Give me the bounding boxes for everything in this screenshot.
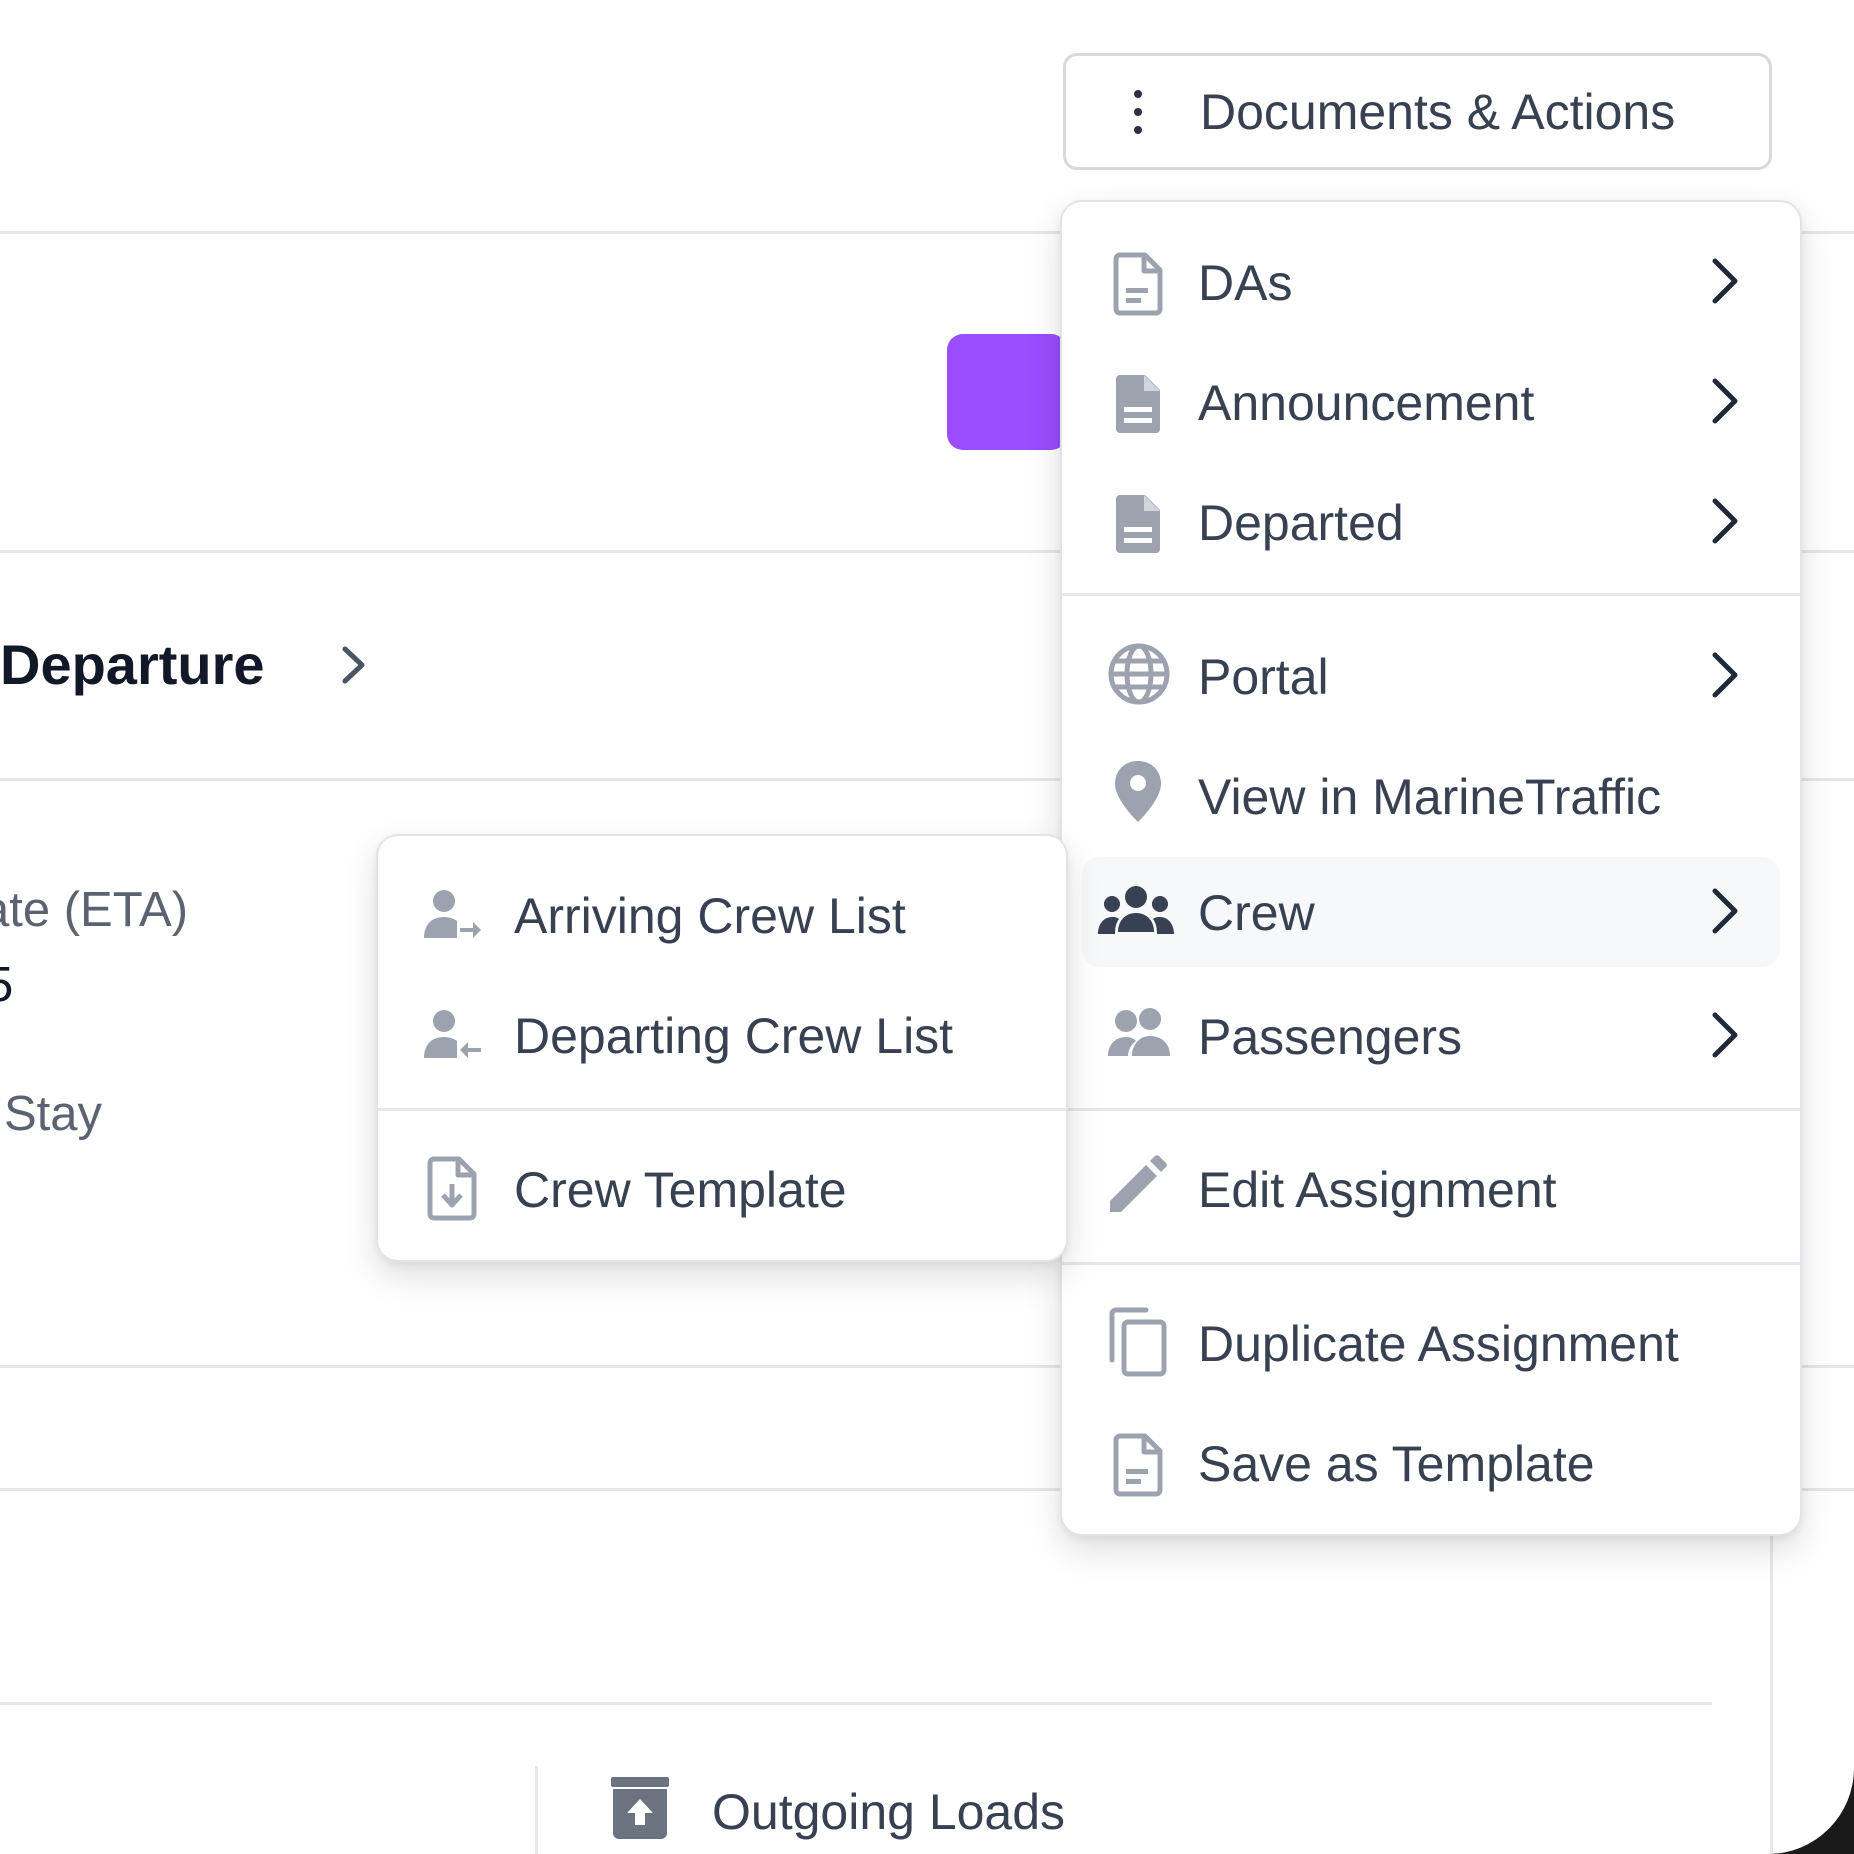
menu-item-das[interactable]: DAs <box>1062 225 1800 335</box>
menu-item-passengers[interactable]: Passengers <box>1062 979 1800 1089</box>
menu-item-announcement[interactable]: Announcement <box>1062 345 1800 455</box>
menu-item-label: Crew <box>1198 885 1315 941</box>
menu-item-label: Portal <box>1198 649 1329 705</box>
chevron-right-icon <box>1712 378 1738 424</box>
globe-icon <box>1108 643 1170 705</box>
menu-item-label: View in MarineTraffic <box>1198 769 1662 825</box>
menu-item-label: Announcement <box>1198 375 1535 431</box>
menu-item-save-as-template[interactable]: Save as Template <box>1062 1406 1800 1516</box>
passengers-icon <box>1108 1008 1170 1056</box>
chevron-right-icon <box>1712 498 1738 544</box>
menu-separator <box>1062 1262 1800 1265</box>
divider <box>0 1702 1712 1705</box>
submenu-item-label: Crew Template <box>514 1162 847 1218</box>
eta-value: 5 <box>0 957 13 1013</box>
crew-submenu: Arriving Crew List Departing Crew List C… <box>376 834 1068 1262</box>
document-filled-icon <box>1116 495 1160 553</box>
submenu-item-crew-template[interactable]: Crew Template <box>378 1132 1066 1242</box>
menu-item-label: Duplicate Assignment <box>1198 1316 1679 1372</box>
submenu-item-label: Departing Crew List <box>514 1008 954 1064</box>
document-icon <box>1113 252 1163 316</box>
section-title: Departure <box>0 633 265 696</box>
outgoing-loads-label: Outgoing Loads <box>712 1784 1066 1840</box>
document-filled-icon <box>1116 375 1160 433</box>
menu-item-label: Departed <box>1198 495 1404 551</box>
archive-upload-icon <box>611 1777 669 1839</box>
menu-item-duplicate-assignment[interactable]: Duplicate Assignment <box>1062 1286 1800 1396</box>
kebab-menu-icon <box>1126 89 1150 134</box>
eta-label: ate (ETA) <box>0 883 189 937</box>
menu-item-edit-assignment[interactable]: Edit Assignment <box>1062 1132 1800 1242</box>
document-icon <box>1113 1433 1163 1497</box>
file-download-icon <box>427 1156 477 1221</box>
divider <box>535 1766 538 1854</box>
submenu-item-departing-crew-list[interactable]: Departing Crew List <box>378 978 1066 1088</box>
documents-actions-label: Documents & Actions <box>1200 83 1676 140</box>
chevron-right-icon <box>1712 888 1738 934</box>
menu-item-label: Edit Assignment <box>1198 1162 1557 1218</box>
menu-separator <box>1062 593 1800 596</box>
panel-border <box>1770 1490 1773 1854</box>
primary-action-button[interactable] <box>947 334 1067 450</box>
menu-item-label: Save as Template <box>1198 1436 1595 1492</box>
documents-actions-menu: DAs Announcement Departed Portal View in… <box>1060 200 1802 1536</box>
documents-actions-button[interactable]: Documents & Actions <box>1063 53 1772 170</box>
menu-item-view-marinetraffic[interactable]: View in MarineTraffic <box>1062 739 1800 849</box>
copy-icon <box>1109 1307 1167 1377</box>
menu-separator <box>1062 1108 1800 1111</box>
stay-label: Stay <box>4 1087 103 1141</box>
person-arrive-icon <box>424 890 481 938</box>
menu-item-departed[interactable]: Departed <box>1062 465 1800 575</box>
menu-item-portal[interactable]: Portal <box>1062 619 1800 729</box>
chevron-right-icon <box>1712 652 1738 698</box>
submenu-item-arriving-crew-list[interactable]: Arriving Crew List <box>378 858 1066 968</box>
menu-item-crew[interactable]: Crew <box>1082 857 1780 967</box>
map-pin-icon <box>1115 761 1161 822</box>
person-depart-icon <box>424 1010 481 1058</box>
submenu-item-label: Arriving Crew List <box>514 888 906 944</box>
crew-icon <box>1098 886 1174 934</box>
menu-item-label: Passengers <box>1198 1009 1463 1065</box>
menu-item-label: DAs <box>1198 255 1293 311</box>
pencil-icon <box>1110 1155 1167 1212</box>
chevron-right-icon <box>1712 258 1738 304</box>
chevron-right-icon <box>1712 1012 1738 1058</box>
page: Documents & Actions Departure ate (ETA) … <box>0 0 1854 1854</box>
chevron-right-icon[interactable] <box>336 643 372 687</box>
menu-separator <box>378 1108 1066 1111</box>
